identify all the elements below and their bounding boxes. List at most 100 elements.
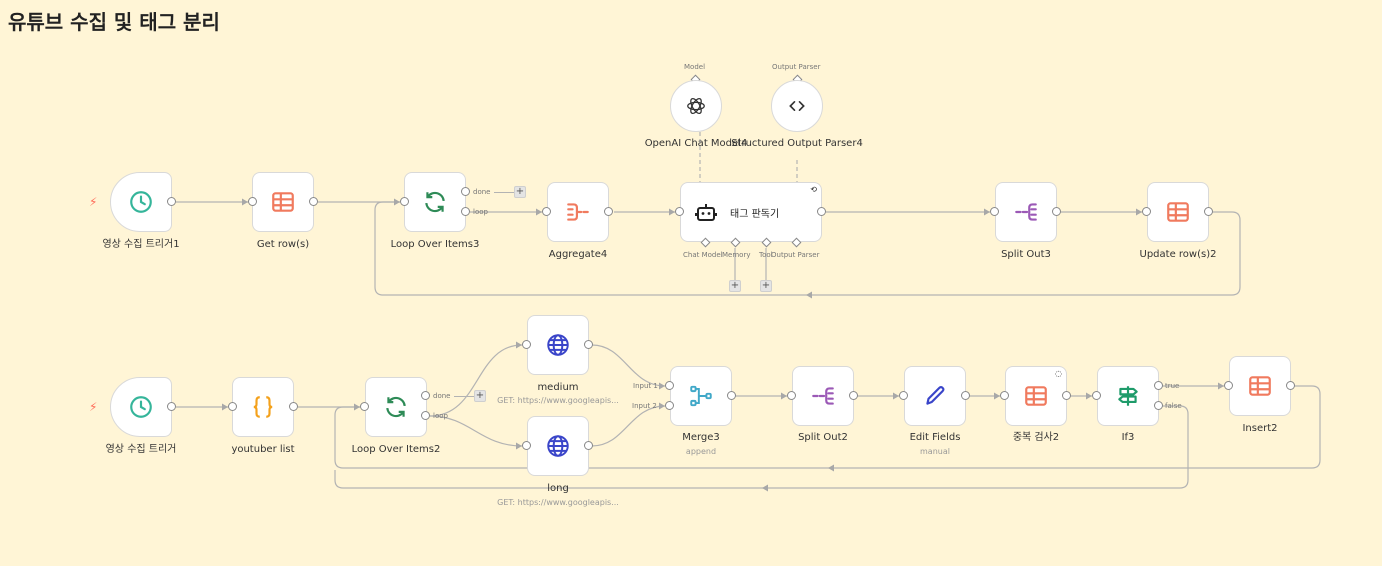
port-label-true: true (1165, 382, 1180, 390)
node-subtitle: manual (920, 447, 950, 456)
node-loop-over-items2[interactable] (365, 377, 427, 437)
node-aggregate4[interactable] (547, 182, 609, 242)
port-loop2-loop[interactable] (421, 411, 430, 420)
node-structured-output-parser4[interactable] (771, 80, 823, 132)
node-merge3[interactable] (670, 366, 732, 426)
port-loop2-in[interactable] (360, 402, 369, 411)
node-duplicate-check2[interactable]: ◌ (1005, 366, 1067, 426)
wire-loop2-long (429, 415, 523, 447)
node-trigger1[interactable] (110, 172, 172, 232)
aggregate-icon (567, 203, 589, 221)
done-stub-line (494, 192, 514, 193)
node-edit-fields[interactable] (904, 366, 966, 426)
port-youtuber-in[interactable] (228, 402, 237, 411)
node-subtitle: GET: https://www.googleapis... (497, 498, 619, 507)
port-label-false: false (1165, 402, 1182, 410)
add-tool-button[interactable]: + (760, 280, 772, 292)
port-update2-in[interactable] (1142, 207, 1151, 216)
node-insert2[interactable] (1229, 356, 1291, 416)
node-medium[interactable] (527, 315, 589, 375)
node-split-out3[interactable] (995, 182, 1057, 242)
port-split2-in[interactable] (787, 391, 796, 400)
port-trigger1-out[interactable] (167, 197, 176, 206)
split-icon (1015, 203, 1037, 221)
port-getrows-in[interactable] (248, 197, 257, 206)
node-trigger2[interactable] (110, 377, 172, 437)
port-aggregate4-out[interactable] (604, 207, 613, 216)
port-long-out[interactable] (584, 441, 593, 450)
port-dup-in[interactable] (1000, 391, 1009, 400)
port-trigger2-out[interactable] (167, 402, 176, 411)
port-if3-true[interactable] (1154, 381, 1163, 390)
node-label: Split Out3 (1001, 249, 1051, 260)
port-merge-input2[interactable] (665, 401, 674, 410)
arrow-loopback-false (762, 484, 768, 492)
port-label-memory: Memory (722, 251, 751, 259)
port-edit-in[interactable] (899, 391, 908, 400)
refresh-icon: ⟲ (810, 185, 817, 194)
pen-icon (926, 385, 945, 405)
node-loop-over-items3[interactable] (404, 172, 466, 232)
port-aggregate4-in[interactable] (542, 207, 551, 216)
table-icon (1167, 202, 1189, 222)
node-label: 영상 수집 트리거1 (102, 239, 180, 250)
node-split-out2[interactable] (792, 366, 854, 426)
agent-title: 태그 판독기 (730, 208, 780, 220)
port-split3-in[interactable] (990, 207, 999, 216)
port-dup-out[interactable] (1062, 391, 1071, 400)
node-tag-agent[interactable]: 태그 판독기 ⟲ (680, 182, 822, 242)
split-icon (812, 387, 834, 405)
port-merge-out[interactable] (727, 391, 736, 400)
node-openai-chat-model4[interactable] (670, 80, 722, 132)
node-update-rows2[interactable] (1147, 182, 1209, 242)
braces-icon (253, 396, 273, 418)
node-label: Structured Output Parser4 (731, 138, 863, 149)
port-split2-out[interactable] (849, 391, 858, 400)
add-after-done-button[interactable]: + (514, 186, 526, 198)
node-label: Loop Over Items2 (351, 444, 441, 455)
port-loop3-in[interactable] (400, 197, 409, 206)
node-label: long (547, 483, 569, 494)
node-subtitle: GET: https://www.googleapis... (497, 396, 619, 405)
port-agent-in[interactable] (675, 207, 684, 216)
port-loop2-done[interactable] (421, 391, 430, 400)
wire-medium-merge (591, 344, 666, 387)
node-if3[interactable] (1097, 366, 1159, 426)
node-label: Get row(s) (256, 239, 310, 250)
port-long-in[interactable] (522, 441, 531, 450)
port-merge-input1[interactable] (665, 381, 674, 390)
port-split3-out[interactable] (1052, 207, 1061, 216)
table-icon (272, 192, 294, 212)
port-edit-out[interactable] (961, 391, 970, 400)
node-label: Insert2 (1242, 423, 1278, 434)
port-label-model: Model (684, 63, 706, 71)
node-get-rows[interactable] (252, 172, 314, 232)
port-medium-in[interactable] (522, 340, 531, 349)
port-medium-out[interactable] (584, 340, 593, 349)
openai-icon (687, 97, 705, 115)
port-label-output-parser: Output Parser (772, 63, 821, 71)
port-agent-out[interactable] (817, 207, 826, 216)
node-label: Update row(s)2 (1139, 249, 1217, 260)
port-label-loop: loop (433, 412, 448, 420)
port-loop3-done[interactable] (461, 187, 470, 196)
node-label: Aggregate4 (548, 249, 608, 260)
workflow-canvas[interactable]: 유튜브 수집 및 태그 분리 ⚡ 영상 수집 트리거1 Get row(s) d… (0, 0, 1382, 566)
port-insert2-out[interactable] (1286, 381, 1295, 390)
port-if3-false[interactable] (1154, 401, 1163, 410)
node-label: Loop Over Items3 (390, 239, 480, 250)
port-insert2-in[interactable] (1224, 381, 1233, 390)
port-if3-in[interactable] (1092, 391, 1101, 400)
port-update2-out[interactable] (1204, 207, 1213, 216)
node-youtuber-list[interactable] (232, 377, 294, 437)
node-long[interactable] (527, 416, 589, 476)
port-getrows-out[interactable] (309, 197, 318, 206)
port-label-done: done (473, 188, 491, 196)
port-loop3-loop[interactable] (461, 207, 470, 216)
port-label-chat-model: Chat Model (683, 251, 723, 259)
port-label-done: done (433, 392, 451, 400)
add-memory-button[interactable]: + (729, 280, 741, 292)
clock-icon (130, 396, 152, 418)
port-youtuber-out[interactable] (289, 402, 298, 411)
globe-icon (547, 334, 569, 356)
